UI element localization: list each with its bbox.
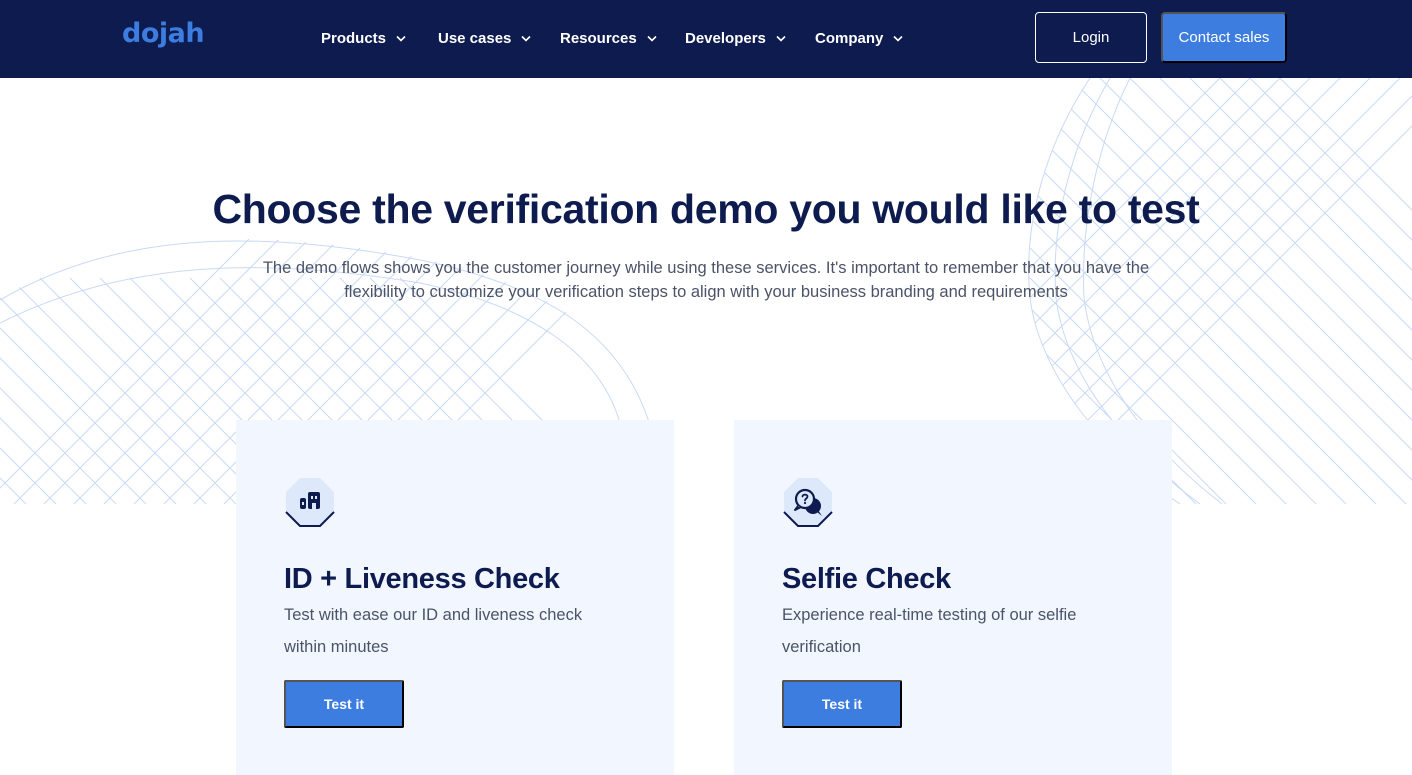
dojah-logo[interactable]: dojah [122, 18, 205, 49]
nav-company[interactable]: Company [815, 28, 903, 48]
nav-resources-label: Resources [560, 29, 637, 47]
top-navbar: dojah Products Use cases Resources Devel… [0, 0, 1412, 78]
card-title: Selfie Check [782, 563, 951, 595]
building-icon [285, 478, 335, 527]
nav-products[interactable]: Products [321, 28, 406, 48]
demo-card-selfie: Selfie Check Experience real-time testin… [734, 420, 1172, 775]
demo-card-id-liveness: ID + Liveness Check Test with ease our I… [236, 420, 674, 775]
page-subtitle: The demo flows shows you the customer jo… [262, 259, 1150, 301]
login-button[interactable]: Login [1035, 12, 1147, 63]
nav-use-cases-label: Use cases [438, 29, 512, 47]
page-title: Choose the verification demo you would l… [212, 186, 1200, 232]
chevron-down-icon [521, 35, 531, 42]
card-description: Test with ease our ID and liveness check… [284, 606, 583, 656]
test-it-button[interactable]: Test it [782, 680, 902, 728]
chevron-down-icon [893, 35, 903, 42]
nav-developers-label: Developers [685, 29, 766, 47]
chevron-down-icon [776, 35, 786, 42]
contact-sales-button[interactable]: Contact sales [1161, 12, 1287, 63]
nav-use-cases[interactable]: Use cases [438, 28, 531, 48]
nav-company-label: Company [815, 29, 884, 47]
card-description: Experience real-time testing of our self… [782, 606, 1077, 656]
chevron-down-icon [396, 35, 406, 42]
test-it-button[interactable]: Test it [284, 680, 404, 728]
chat-question-icon [783, 478, 833, 527]
card-title: ID + Liveness Check [284, 563, 560, 595]
nav-resources[interactable]: Resources [560, 28, 657, 48]
chevron-down-icon [647, 35, 657, 42]
nav-products-label: Products [321, 29, 387, 47]
nav-developers[interactable]: Developers [685, 28, 786, 48]
